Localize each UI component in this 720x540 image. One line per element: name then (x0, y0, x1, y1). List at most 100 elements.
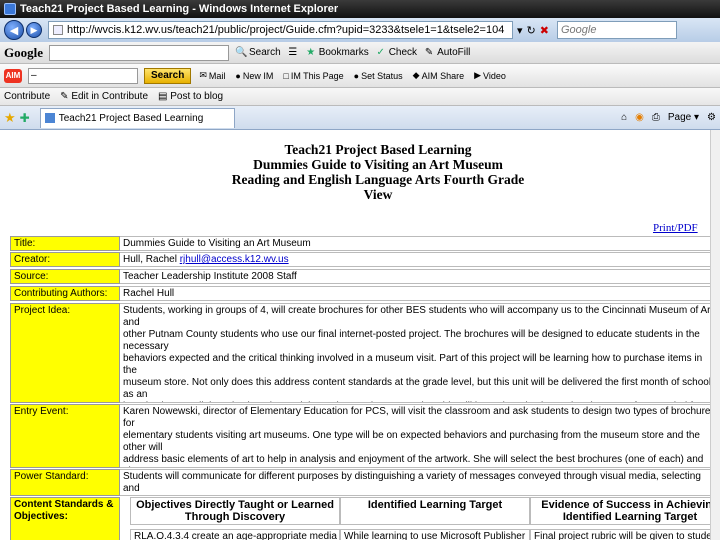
power-label: Power Standard: (10, 469, 120, 496)
search-placeholder: Google (560, 24, 597, 36)
std-cell-target: While learning to use Microsoft Publishe… (340, 529, 530, 540)
power-value: Students will communicate for different … (120, 469, 720, 496)
tab-teach21[interactable]: Teach21 Project Based Learning (39, 107, 235, 128)
row-power: Power Standard: Students will communicat… (10, 469, 720, 496)
aim-newim-label: New IM (242, 70, 274, 81)
vertical-scrollbar[interactable] (710, 130, 720, 540)
row-title: Title: Dummies Guide to Visiting an Art … (10, 236, 720, 251)
aim-logo: AIM (4, 68, 22, 83)
creator-name: Hull, Rachel (123, 254, 177, 265)
mail-icon: ✉ (199, 70, 207, 80)
aim-search-input[interactable]: – (28, 67, 138, 84)
std-header-evidence: Evidence of Success in Achieving Identif… (530, 497, 720, 525)
page-share-icon: □ (283, 70, 289, 81)
print-icon[interactable]: ⎙ (652, 112, 660, 123)
url-text: http://wvcis.k12.wv.us/teach21/public/pr… (67, 24, 505, 36)
contribute-button[interactable]: Contribute (4, 91, 50, 102)
window-title: Teach21 Project Based Learning - Windows… (20, 3, 339, 15)
aim-setstatus-button[interactable]: ● Set Status (352, 71, 405, 81)
bookmarks-button[interactable]: ★ Bookmarks (305, 47, 369, 59)
title-line-4: View (363, 187, 393, 202)
google-search-input[interactable] (49, 44, 229, 61)
std-header-target: Identified Learning Target (340, 497, 530, 525)
creator-value: Hull, Rachel rjhull@access.k12.wv.us (120, 252, 720, 267)
google-search-button[interactable]: 🔍 Search (235, 47, 281, 59)
blog-icon: ▤ (158, 91, 171, 102)
home-icon[interactable]: ⌂ (621, 112, 627, 123)
aim-newim-button[interactable]: ● New IM (233, 71, 275, 81)
print-pdf-link[interactable]: Print/PDF (653, 222, 698, 234)
contributing-value: Rachel Hull (120, 286, 720, 301)
google-logo: Google (4, 44, 43, 60)
refresh-icon[interactable]: ↻ (527, 24, 536, 37)
check-label: Check (388, 47, 418, 58)
row-idea: Project Idea: Students, working in group… (10, 303, 720, 403)
stop-icon[interactable]: ✖ (540, 24, 549, 37)
chat-icon: ● (235, 70, 241, 81)
bookmarks-label: Bookmarks (318, 47, 369, 58)
row-creator: Creator: Hull, Rachel rjhull@access.k12.… (10, 252, 720, 267)
aim-search-button[interactable]: Search (144, 67, 192, 84)
tools-menu-button[interactable]: ⚙ (707, 112, 716, 123)
tab-favicon (44, 113, 55, 123)
share-icon: ◆ (412, 70, 420, 80)
page-icon (53, 25, 63, 35)
page-content: Teach21 Project Based Learning Dummies G… (0, 130, 720, 540)
aim-imthispage-button[interactable]: □ IM This Page (281, 71, 345, 81)
google-toolbar: Google 🔍 Search ☰ ★ Bookmarks ✓ Check ✎ Auto… (0, 42, 720, 64)
tools-icon: ☰ (288, 46, 298, 58)
row-standards: Content Standards & Objectives: Objectiv… (10, 497, 720, 540)
aim-video-button[interactable]: ▶ Video (472, 70, 508, 81)
google-tools-button[interactable]: ☰ (287, 47, 299, 59)
aim-share-label: AIM Share (421, 70, 465, 81)
aim-share-button[interactable]: ◆ AIM Share (411, 70, 466, 81)
url-field[interactable]: http://wvcis.k12.wv.us/teach21/public/pr… (48, 21, 513, 39)
edit-icon: ✎ (60, 91, 72, 102)
title-line-3: Reading and English Language Arts Fourth… (231, 172, 525, 187)
title-line-1: Teach21 Project Based Learning (284, 142, 472, 157)
row-source: Source: Teacher Leadership Institute 200… (10, 269, 720, 284)
title-value: Dummies Guide to Visiting an Art Museum (120, 236, 720, 251)
aim-toolbar: AIM – Search ✉ Mail ● New IM □ IM This Page… (0, 64, 720, 88)
idea-label: Project Idea: (10, 303, 120, 403)
aim-imthispage-label: IM This Page (290, 70, 344, 81)
autofill-label: AutoFill (437, 47, 471, 58)
tab-bar: ★ ✚ Teach21 Project Based Learning ⌂ ◉ ⎙… (0, 106, 720, 130)
page-menu-label: Page (667, 112, 692, 123)
page-menu-button[interactable]: Page ▾ (668, 112, 699, 123)
post-to-blog-button[interactable]: ▤ Post to blog (158, 91, 223, 102)
address-bar: ◀ ▶ http://wvcis.k12.wv.us/teach21/publi… (0, 18, 720, 42)
feeds-icon[interactable]: ◉ (635, 112, 644, 123)
entry-value: Karen Nowewski, director of Elementary E… (120, 404, 720, 468)
std-header-objectives: Objectives Directly Taught or Learned Th… (130, 497, 340, 525)
source-label: Source: (10, 269, 120, 284)
aim-mail-button[interactable]: ✉ Mail (197, 70, 227, 81)
title-line-2: Dummies Guide to Visiting an Art Museum (253, 157, 503, 172)
check-icon: ✓ (376, 46, 385, 58)
back-button[interactable]: ◀ (4, 20, 24, 40)
dropdown-icon[interactable]: ▾ (517, 24, 523, 37)
forward-button[interactable]: ▶ (26, 22, 42, 38)
status-icon: ● (353, 70, 360, 81)
google-search-label: Search (249, 47, 281, 58)
idea-value: Students, working in groups of 4, will c… (120, 303, 720, 403)
aim-setstatus-label: Set Status (361, 70, 403, 81)
browser-search-input[interactable]: Google (556, 21, 677, 39)
ie-icon (4, 3, 16, 15)
add-favorite-icon[interactable]: ✚ (20, 111, 30, 125)
creator-email-link[interactable]: rjhull@access.k12.wv.us (180, 254, 289, 265)
std-cell-evidence[interactable]: Final project rubric will be given to st… (530, 529, 720, 540)
contribute-toolbar: Contribute ✎ Edit in Contribute ▤ Post t… (0, 88, 720, 106)
window-titlebar: Teach21 Project Based Learning - Windows… (0, 0, 720, 18)
edit-in-contribute-button[interactable]: ✎ Edit in Contribute (60, 91, 148, 102)
favorites-star-icon[interactable]: ★ (4, 110, 16, 126)
check-button[interactable]: ✓ Check (375, 46, 418, 59)
title-label: Title: (10, 236, 120, 251)
post-label: Post to blog (170, 91, 224, 102)
row-contributing: Contributing Authors: Rachel Hull (10, 286, 720, 301)
contributing-label: Contributing Authors: (10, 286, 120, 301)
aim-video-label: Video (483, 70, 506, 81)
autofill-icon: ✎ (424, 46, 434, 58)
autofill-button[interactable]: ✎ AutoFill (423, 46, 471, 59)
standards-label: Content Standards & Objectives: (10, 497, 120, 540)
